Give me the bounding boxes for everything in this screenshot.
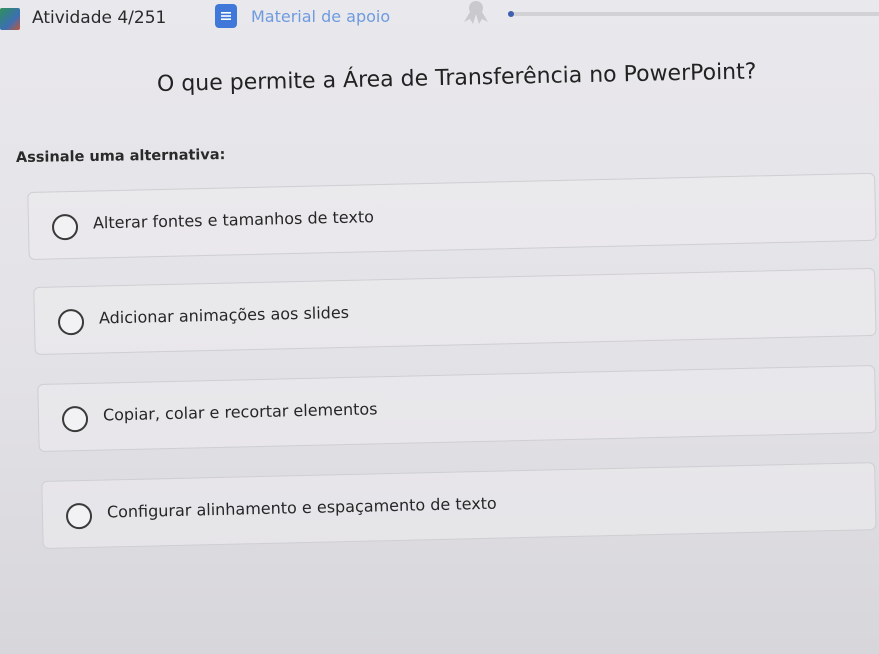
top-bar: Atividade 4/251 Material de apoio (0, 0, 879, 38)
support-material-link[interactable]: Material de apoio (215, 4, 390, 28)
answer-option-label: Alterar fontes e tamanhos de texto (92, 207, 375, 233)
activity-counter: Atividade 4/251 (32, 8, 167, 28)
radio-button[interactable] (61, 405, 89, 433)
progress-track (508, 12, 879, 16)
answer-option[interactable]: Alterar fontes e tamanhos de texto (27, 172, 877, 260)
answer-option-label: Adicionar animações aos slides (98, 302, 350, 328)
radio-button[interactable] (65, 502, 93, 530)
radio-button[interactable] (57, 308, 85, 336)
radio-button[interactable] (51, 213, 79, 241)
progress-indicator (508, 11, 514, 17)
answer-option[interactable]: Copiar, colar e recortar elementos (37, 364, 877, 452)
instruction-text: Assinale uma alternativa: (15, 147, 226, 166)
answer-option-label: Configurar alinhamento e espaçamento de … (106, 493, 497, 522)
support-material-label: Material de apoio (251, 6, 391, 26)
answer-option-label: Copiar, colar e recortar elementos (102, 399, 378, 425)
app-logo-icon (0, 8, 20, 30)
ribbon-badge-icon (458, 0, 494, 30)
answer-option[interactable]: Adicionar animações aos slides (33, 267, 877, 355)
document-icon (215, 4, 237, 28)
question-text: O que permite a Área de Transferência no… (156, 59, 757, 97)
answer-option[interactable]: Configurar alinhamento e espaçamento de … (41, 462, 877, 549)
